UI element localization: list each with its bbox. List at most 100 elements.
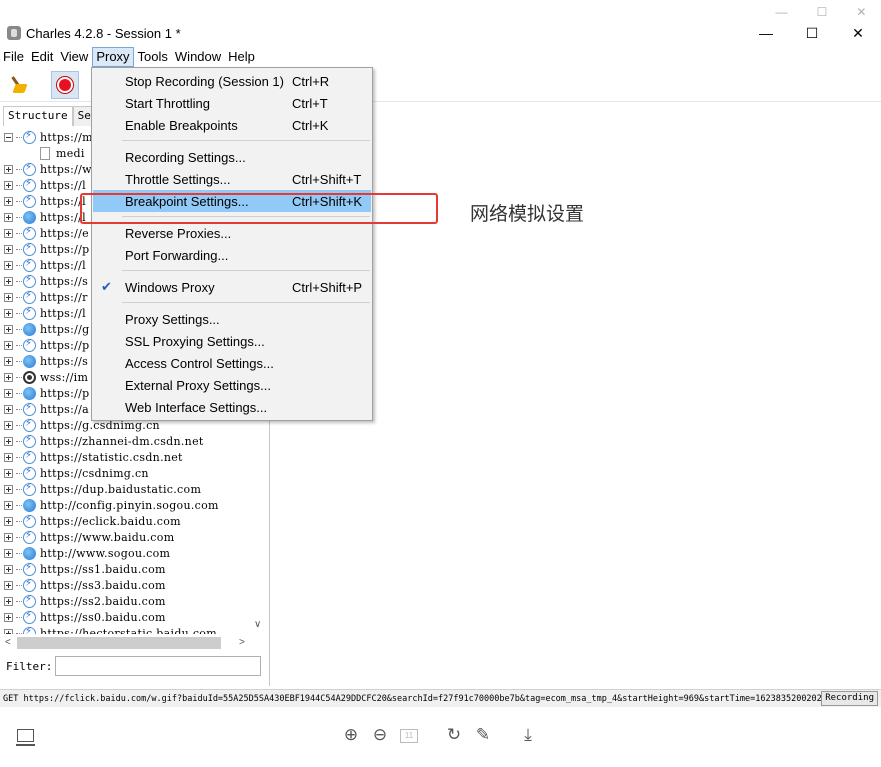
- menu-item-ssl-proxying-settings[interactable]: SSL Proxying Settings...: [93, 330, 371, 352]
- menu-file[interactable]: File: [0, 47, 27, 67]
- tab-structure[interactable]: Structure: [3, 106, 73, 126]
- expand-icon[interactable]: [4, 628, 13, 634]
- clear-session-button[interactable]: [4, 71, 32, 99]
- tree-row[interactable]: https://zhannei-dm.csdn.net: [0, 433, 252, 449]
- filter-input[interactable]: [55, 656, 261, 676]
- expand-icon[interactable]: [4, 420, 13, 430]
- tree-row[interactable]: https://statistic.csdn.net: [0, 449, 252, 465]
- menu-item-proxy-settings[interactable]: Proxy Settings...: [93, 308, 371, 330]
- menu-item-access-control-settings[interactable]: Access Control Settings...: [93, 352, 371, 374]
- tree-connector: [16, 200, 22, 202]
- outer-minimize-icon[interactable]: —: [776, 5, 788, 19]
- expand-icon[interactable]: [4, 228, 13, 238]
- expand-icon[interactable]: [4, 196, 13, 206]
- menu-item-enable-breakpoints[interactable]: Enable Breakpoints Ctrl+K: [93, 114, 371, 136]
- menu-edit[interactable]: Edit: [28, 47, 56, 67]
- collapse-icon[interactable]: [4, 132, 13, 142]
- tree-connector: [16, 632, 22, 634]
- expand-icon[interactable]: [4, 212, 13, 222]
- expand-icon[interactable]: [4, 564, 13, 574]
- tree-row[interactable]: http://www.sogou.com: [0, 545, 252, 561]
- sidebar-toggle-icon[interactable]: [14, 724, 36, 746]
- zoom-out-icon[interactable]: ⊖: [369, 724, 391, 746]
- menu-item-windows-proxy[interactable]: ✔ Windows Proxy Ctrl+Shift+P: [93, 276, 371, 298]
- tree-row[interactable]: https://ss2.baidu.com: [0, 593, 252, 609]
- scroll-down-icon[interactable]: ∨: [254, 619, 261, 630]
- expand-icon[interactable]: [4, 580, 13, 590]
- menu-proxy[interactable]: Proxy: [92, 47, 134, 67]
- expand-icon[interactable]: [4, 308, 13, 318]
- expand-icon[interactable]: [4, 276, 13, 286]
- tree-row[interactable]: https://ss3.baidu.com: [0, 577, 252, 593]
- expand-icon[interactable]: [4, 388, 13, 398]
- tree-connector: [16, 600, 22, 602]
- outer-maximize-icon[interactable]: ☐: [817, 5, 828, 19]
- expand-icon[interactable]: [4, 500, 13, 510]
- expand-icon[interactable]: [4, 404, 13, 414]
- tree-connector: [16, 376, 22, 378]
- host-label: wss://im: [40, 370, 89, 384]
- menu-item-port-forwarding[interactable]: Port Forwarding...: [93, 244, 371, 266]
- tree-row[interactable]: https://csdnimg.cn: [0, 465, 252, 481]
- tree-row[interactable]: https://dup.baidustatic.com: [0, 481, 252, 497]
- expand-icon[interactable]: [4, 612, 13, 622]
- menu-item-stop-recording-session-1[interactable]: Stop Recording (Session 1) Ctrl+R: [93, 70, 371, 92]
- menu-item-start-throttling[interactable]: Start Throttling Ctrl+T: [93, 92, 371, 114]
- expand-icon[interactable]: [4, 356, 13, 366]
- expand-icon[interactable]: [4, 260, 13, 270]
- expand-icon[interactable]: [4, 292, 13, 302]
- expand-icon[interactable]: [4, 164, 13, 174]
- tree-row[interactable]: https://eclick.baidu.com: [0, 513, 252, 529]
- expand-icon[interactable]: [4, 340, 13, 350]
- expand-icon[interactable]: [4, 468, 13, 478]
- menu-item-label: Recording Settings...: [125, 149, 246, 165]
- menu-item-reverse-proxies[interactable]: Reverse Proxies...: [93, 222, 371, 244]
- menu-tools[interactable]: Tools: [135, 47, 171, 67]
- title-bar: Charles 4.2.8 - Session 1 * — ☐ ✕: [0, 22, 881, 44]
- scroll-right-icon[interactable]: >: [239, 637, 245, 648]
- menu-item-web-interface-settings[interactable]: Web Interface Settings...: [93, 396, 371, 418]
- zoom-in-icon[interactable]: ⊕: [340, 724, 362, 746]
- host-label: https://r: [40, 290, 88, 304]
- menu-item-throttle-settings[interactable]: Throttle Settings... Ctrl+Shift+T: [93, 168, 371, 190]
- tree-connector: [16, 584, 22, 586]
- tree-row[interactable]: https://www.baidu.com: [0, 529, 252, 545]
- tree-row[interactable]: http://config.pinyin.sogou.com: [0, 497, 252, 513]
- minimize-button[interactable]: —: [743, 22, 789, 44]
- expand-icon[interactable]: [4, 436, 13, 446]
- recording-badge[interactable]: Recording: [821, 691, 878, 706]
- menu-view[interactable]: View: [57, 47, 91, 67]
- tree-row[interactable]: https://hectorstatic.baidu.com: [0, 625, 252, 634]
- horizontal-scrollbar[interactable]: [17, 637, 221, 649]
- scroll-left-icon[interactable]: <: [5, 637, 11, 648]
- menu-help[interactable]: Help: [225, 47, 258, 67]
- globe-icon: [23, 354, 36, 368]
- menu-item-breakpoint-settings[interactable]: Breakpoint Settings... Ctrl+Shift+K: [93, 190, 371, 212]
- menu-window[interactable]: Window: [172, 47, 224, 67]
- rotate-icon[interactable]: ↻: [443, 724, 465, 746]
- expand-icon[interactable]: [4, 180, 13, 190]
- tree-connector: [16, 536, 22, 538]
- expand-icon[interactable]: [4, 244, 13, 254]
- expand-icon[interactable]: [4, 452, 13, 462]
- close-button[interactable]: ✕: [835, 22, 881, 44]
- download-icon[interactable]: ⤓: [517, 724, 539, 746]
- edit-icon[interactable]: ✎: [472, 724, 494, 746]
- record-button[interactable]: [51, 71, 79, 99]
- expand-icon[interactable]: [4, 372, 13, 382]
- maximize-button[interactable]: ☐: [789, 22, 835, 44]
- expand-icon[interactable]: [4, 516, 13, 526]
- expand-icon[interactable]: [4, 532, 13, 542]
- outer-close-icon[interactable]: ✕: [856, 5, 866, 19]
- tree-connector: [16, 136, 22, 138]
- tree-row[interactable]: https://ss0.baidu.com: [0, 609, 252, 625]
- tree-connector: [16, 168, 22, 170]
- expand-icon[interactable]: [4, 484, 13, 494]
- tree-row[interactable]: https://ss1.baidu.com: [0, 561, 252, 577]
- tree-connector: [16, 216, 22, 218]
- expand-icon[interactable]: [4, 548, 13, 558]
- menu-item-recording-settings[interactable]: Recording Settings...: [93, 146, 371, 168]
- menu-item-external-proxy-settings[interactable]: External Proxy Settings...: [93, 374, 371, 396]
- expand-icon[interactable]: [4, 596, 13, 606]
- expand-icon[interactable]: [4, 324, 13, 334]
